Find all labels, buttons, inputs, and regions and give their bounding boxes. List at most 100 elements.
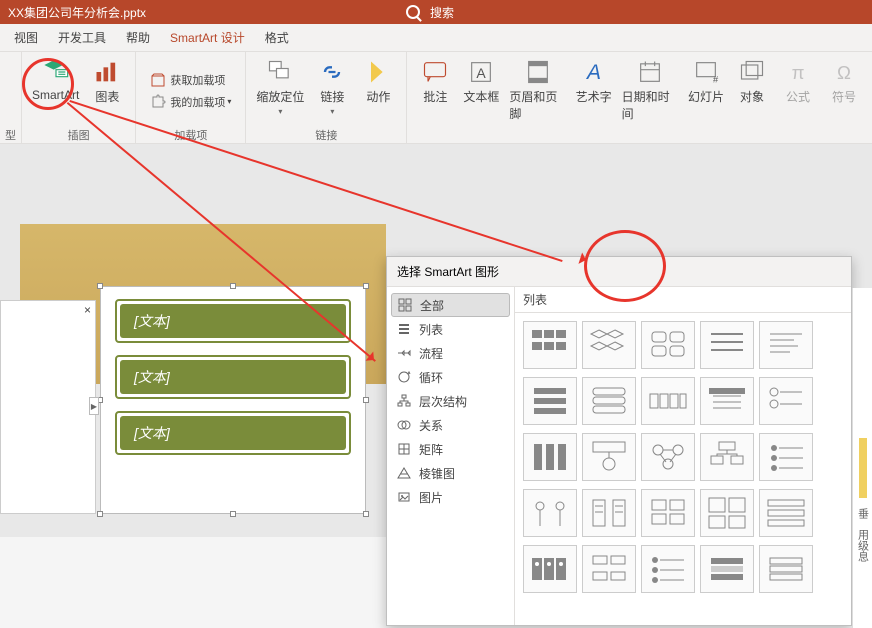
resize-handle[interactable] (363, 511, 369, 517)
category-all[interactable]: 全部 (391, 293, 510, 317)
link-label: 链接 (320, 88, 344, 105)
dropdown-arrow-icon: ▾ (278, 107, 282, 116)
smartart-item[interactable]: [文本] (115, 299, 351, 343)
layout-thumb[interactable] (641, 489, 695, 537)
category-relationship[interactable]: 关系 (387, 413, 514, 437)
wordart-label: 艺术字 (576, 88, 612, 105)
resize-handle[interactable] (363, 283, 369, 289)
hierarchy-icon (397, 394, 411, 408)
filename-label: XX集团公司年分析会.pptx (8, 4, 146, 21)
layout-thumb[interactable] (700, 321, 754, 369)
layout-thumb[interactable] (759, 489, 813, 537)
layout-thumb[interactable] (523, 545, 577, 593)
slidenum-icon: # (692, 58, 720, 86)
category-hierarchy[interactable]: 层次结构 (387, 389, 514, 413)
textbox-button[interactable]: A 文本框 (461, 56, 501, 107)
smartart-item[interactable]: [文本] (115, 355, 351, 399)
tab-format[interactable]: 格式 (255, 24, 299, 51)
resize-handle[interactable] (97, 511, 103, 517)
svg-text:A: A (585, 61, 601, 84)
equation-button[interactable]: π 公式 (778, 56, 818, 107)
object-button[interactable]: 对象 (732, 56, 772, 107)
category-process[interactable]: 流程 (387, 341, 514, 365)
wordart-button[interactable]: A 艺术字 (574, 56, 614, 107)
resize-handle[interactable] (230, 283, 236, 289)
smartart-button[interactable]: SmartArt (30, 56, 81, 104)
chart-button[interactable]: 图表 (87, 56, 127, 107)
resize-handle[interactable] (363, 397, 369, 403)
resize-handle[interactable] (230, 511, 236, 517)
resize-handle[interactable] (97, 283, 103, 289)
action-button[interactable]: 动作 (358, 56, 398, 107)
tab-help[interactable]: 帮助 (116, 24, 160, 51)
layout-thumb[interactable] (759, 377, 813, 425)
tab-developer[interactable]: 开发工具 (48, 24, 116, 51)
puzzle-icon (150, 94, 166, 110)
dropdown-arrow-icon: ▾ (330, 107, 334, 116)
smartart-item-text[interactable]: [文本] (120, 416, 346, 450)
layout-thumb[interactable] (700, 433, 754, 481)
layout-thumb[interactable] (523, 377, 577, 425)
close-icon[interactable]: × (84, 303, 91, 317)
category-pyramid[interactable]: 棱锥图 (387, 461, 514, 485)
slidenum-label: 幻灯片 (688, 88, 724, 105)
search-box[interactable]: 搜索 (406, 4, 454, 21)
list-icon (397, 322, 411, 336)
layout-thumb[interactable] (700, 377, 754, 425)
layout-thumb[interactable] (582, 489, 636, 537)
category-cycle[interactable]: 循环 (387, 365, 514, 389)
layout-thumb[interactable] (523, 433, 577, 481)
smartart-item[interactable]: [文本] (115, 411, 351, 455)
svg-text:Ω: Ω (837, 62, 851, 83)
comment-icon (421, 58, 449, 86)
search-icon (406, 5, 420, 19)
layout-thumb[interactable] (641, 377, 695, 425)
header-footer-icon (524, 58, 552, 86)
layout-thumb[interactable] (700, 545, 754, 593)
title-bar: XX集团公司年分析会.pptx 搜索 (0, 0, 872, 24)
text-pane[interactable]: × (0, 300, 96, 514)
slidenum-button[interactable]: # 幻灯片 (686, 56, 726, 107)
layout-thumb[interactable] (700, 489, 754, 537)
link-button[interactable]: 链接 ▾ (312, 56, 352, 118)
layout-thumb[interactable] (523, 321, 577, 369)
action-icon (364, 58, 392, 86)
tab-view[interactable]: 视图 (4, 24, 48, 51)
ribbon-group-illustrations: SmartArt 图表 插图 (22, 52, 136, 143)
layout-thumb[interactable] (582, 377, 636, 425)
smartart-item-text[interactable]: [文本] (120, 304, 346, 338)
layout-thumb[interactable] (641, 545, 695, 593)
zoom-button[interactable]: 缩放定位 ▾ (254, 56, 306, 118)
category-matrix[interactable]: 矩阵 (387, 437, 514, 461)
smartart-object[interactable]: ▶ [文本] [文本] [文本] (100, 286, 366, 514)
smartart-item-text[interactable]: [文本] (120, 360, 346, 394)
layout-thumb[interactable] (759, 433, 813, 481)
dropdown-arrow-icon: ▾ (227, 97, 231, 106)
layout-thumb[interactable] (641, 433, 695, 481)
equation-icon: π (784, 58, 812, 86)
layout-thumb[interactable] (582, 321, 636, 369)
datetime-button[interactable]: 日期和时间 (620, 56, 680, 124)
category-picture[interactable]: 图片 (387, 485, 514, 509)
symbol-button[interactable]: Ω 符号 (824, 56, 864, 107)
ribbon-group-addins: 获取加载项 我的加载项 ▾ 加载项 (136, 52, 246, 143)
my-addins-button[interactable]: 我的加载项 ▾ (148, 92, 233, 112)
category-list-item[interactable]: 列表 (387, 317, 514, 341)
layout-thumb[interactable] (582, 545, 636, 593)
comment-button[interactable]: 批注 (415, 56, 455, 107)
preview-title: 垂 (855, 508, 871, 519)
tab-smartart-design[interactable]: SmartArt 设计 (160, 24, 255, 51)
layout-thumb[interactable] (523, 489, 577, 537)
layout-thumb[interactable] (759, 545, 813, 593)
text-pane-toggle[interactable]: ▶ (89, 397, 99, 415)
picture-icon (397, 490, 411, 504)
matrix-icon (397, 442, 411, 456)
textbox-icon: A (467, 58, 495, 86)
layout-thumb[interactable] (582, 433, 636, 481)
layout-thumb[interactable] (641, 321, 695, 369)
get-addins-button[interactable]: 获取加载项 (148, 70, 227, 90)
slide-canvas[interactable]: × ▶ [文本] [文本] [文本] 选择 SmartArt 图形 全部 列表 … (0, 144, 872, 537)
header-footer-button[interactable]: 页眉和页脚 (507, 56, 567, 124)
layout-thumb[interactable] (759, 321, 813, 369)
datetime-label: 日期和时间 (622, 88, 678, 122)
